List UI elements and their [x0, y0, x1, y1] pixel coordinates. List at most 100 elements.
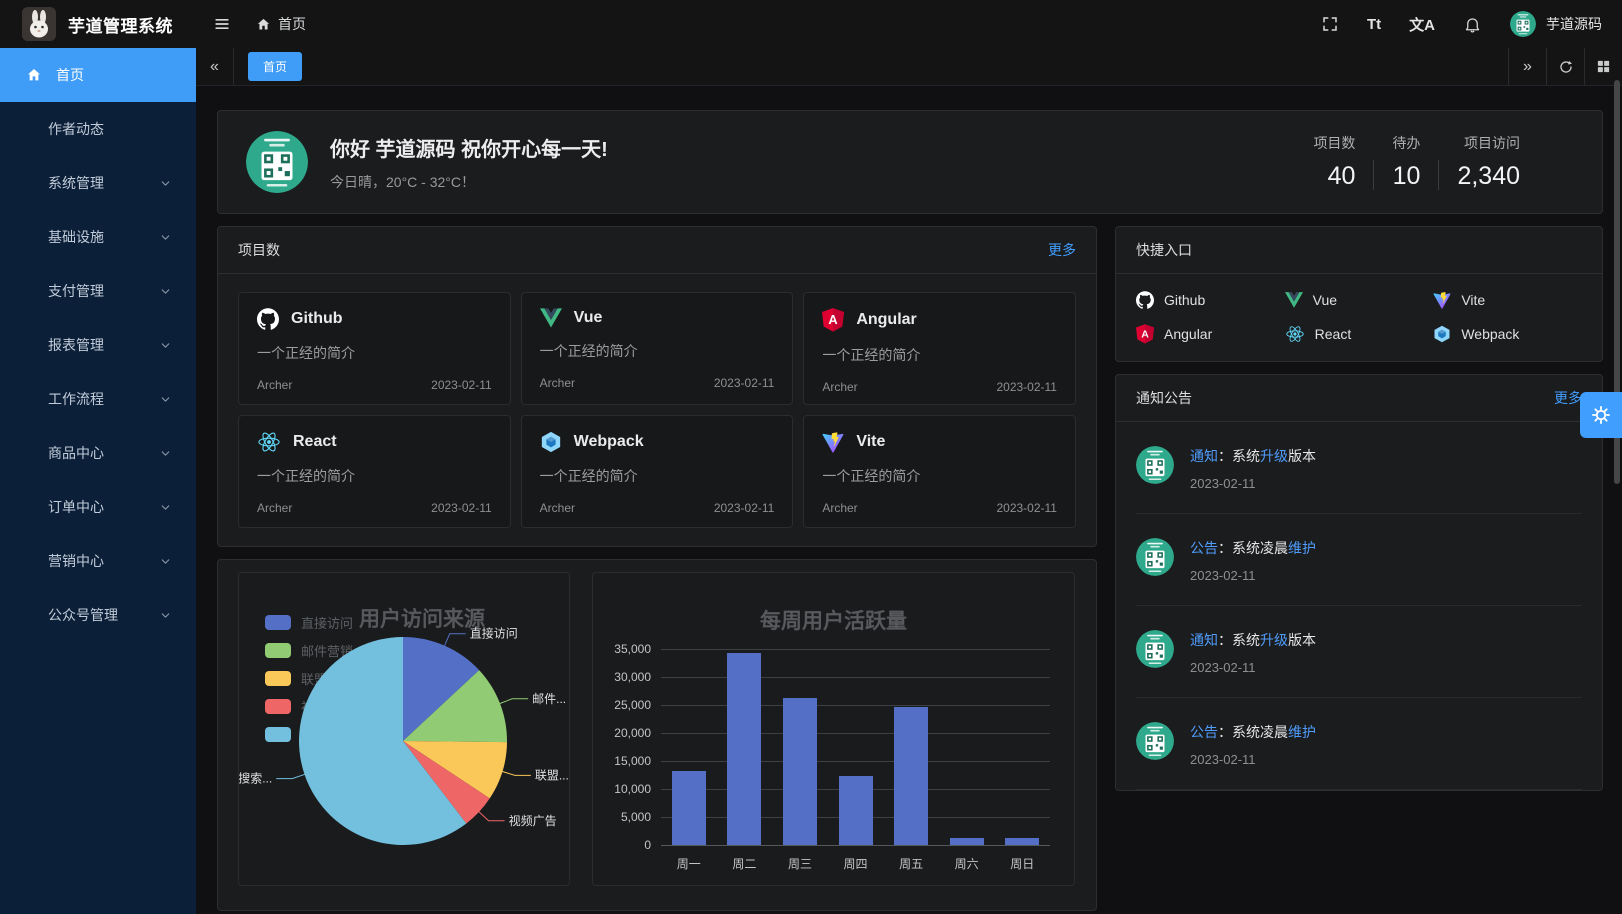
project-date: 2023-02-11	[431, 501, 492, 515]
bar-y-tick-label: 15,000	[614, 754, 651, 768]
bar-chart-card: 每周用户活跃量 35,00030,00025,00020,00015,00010…	[592, 572, 1075, 886]
sidebar: 首页 作者动态 系统管理 基础设施 支付管理 报表管理 工作流程 商品中心 订单…	[0, 48, 196, 914]
angular-icon	[822, 308, 844, 332]
sidebar-item-order[interactable]: 订单中心	[0, 480, 196, 534]
navbar-right-tools: Tt 文A 芋道源码	[1321, 11, 1622, 37]
notice-avatar	[1136, 538, 1174, 576]
sidebar-item-official-account[interactable]: 公众号管理	[0, 588, 196, 642]
quick-link-angular[interactable]: Angular	[1136, 324, 1285, 344]
project-date: 2023-02-11	[996, 501, 1057, 515]
chevron-down-icon	[159, 339, 172, 352]
user-name: 芋道源码	[1546, 14, 1602, 34]
vue-icon	[1285, 292, 1303, 308]
breadcrumb-item-home[interactable]: 首页	[278, 14, 306, 34]
bar-y-tick-label: 5,000	[621, 810, 651, 824]
welcome-card: 你好 芋道源码 祝你开心每一天! 今日晴，20°C - 32°C！ 项目数 40…	[217, 110, 1603, 214]
project-card-github[interactable]: Github 一个正经的简介 Archer2023-02-11	[238, 292, 511, 405]
webpack-icon	[1433, 325, 1451, 343]
bar-category-label: 周日	[994, 855, 1050, 872]
project-author: Archer	[540, 501, 575, 515]
breadcrumb[interactable]: 首页	[256, 14, 306, 34]
project-card-webpack[interactable]: Webpack 一个正经的简介 Archer2023-02-11	[521, 415, 794, 528]
bar-y-tick-label: 20,000	[614, 726, 651, 740]
project-author: Archer	[257, 378, 292, 392]
notice-more-link[interactable]: 更多	[1554, 388, 1582, 408]
quick-entry-title: 快捷入口	[1136, 240, 1192, 260]
top-navbar: 芋道管理系统 首页 Tt 文A 芋道源码	[0, 0, 1622, 48]
project-card-vite[interactable]: Vite 一个正经的简介 Archer2023-02-11	[803, 415, 1076, 528]
notice-panel-title: 通知公告	[1136, 388, 1192, 408]
sidebar-item-payment[interactable]: 支付管理	[0, 264, 196, 318]
sidebar-item-product[interactable]: 商品中心	[0, 426, 196, 480]
projects-panel-title: 项目数	[238, 240, 280, 260]
bar-y-tick-label: 10,000	[614, 782, 651, 796]
app-logo-area[interactable]: 芋道管理系统	[0, 7, 196, 41]
bar-category-label: 周四	[828, 855, 884, 872]
projects-grid: Github 一个正经的简介 Archer2023-02-11 Vue 一个正经…	[218, 274, 1096, 546]
language-icon[interactable]: 文A	[1409, 14, 1435, 35]
stat-todo: 待办 10	[1374, 133, 1438, 191]
sidebar-collapse-icon[interactable]	[212, 14, 232, 34]
tabs-scroll-right-icon[interactable]: »	[1508, 48, 1546, 85]
pie-label-line	[500, 699, 528, 704]
quick-link-webpack[interactable]: Webpack	[1433, 324, 1582, 344]
chevron-down-icon	[159, 231, 172, 244]
home-icon	[256, 17, 271, 32]
welcome-greeting: 你好 芋道源码 祝你开心每一天!	[330, 133, 608, 162]
notice-panel: 通知公告 更多 通知：系统升级版本 2023-02-11 公告：	[1115, 374, 1603, 791]
refresh-icon[interactable]	[1546, 48, 1584, 85]
sidebar-item-system[interactable]: 系统管理	[0, 156, 196, 210]
sidebar-item-marketing[interactable]: 营销中心	[0, 534, 196, 588]
projects-more-link[interactable]: 更多	[1048, 240, 1076, 260]
notice-item[interactable]: 公告：系统凌晨维护 2023-02-11	[1136, 514, 1582, 606]
bar-y-tick-label: 25,000	[614, 698, 651, 712]
pie-label: 联盟...	[535, 768, 569, 782]
pie-label: 邮件...	[532, 692, 566, 706]
tab-home[interactable]: 首页	[248, 52, 302, 81]
vite-icon	[1433, 291, 1451, 309]
quick-link-react[interactable]: React	[1285, 324, 1434, 344]
pie-label-line	[445, 634, 466, 646]
bar	[783, 698, 817, 845]
chevron-down-icon	[159, 501, 172, 514]
projects-panel: 项目数 更多 Github 一个正经的简介 Archer2023-02-11 V…	[217, 226, 1097, 547]
notice-avatar	[1136, 446, 1174, 484]
notice-item[interactable]: 公告：系统凌晨维护 2023-02-11	[1136, 698, 1582, 790]
notification-bell-icon[interactable]	[1463, 15, 1482, 34]
sidebar-item-author-news[interactable]: 作者动态	[0, 102, 196, 156]
user-menu[interactable]: 芋道源码	[1510, 11, 1602, 37]
notice-item[interactable]: 通知：系统升级版本 2023-02-11	[1136, 422, 1582, 514]
sidebar-item-label: 首页	[56, 65, 84, 85]
quick-link-vite[interactable]: Vite	[1433, 291, 1582, 309]
pie-label: 视频广告	[509, 813, 557, 828]
sidebar-item-report[interactable]: 报表管理	[0, 318, 196, 372]
angular-icon	[1136, 324, 1154, 344]
chevron-down-icon	[159, 609, 172, 622]
sidebar-item-workflow[interactable]: 工作流程	[0, 372, 196, 426]
settings-gear-button[interactable]	[1580, 392, 1622, 438]
react-icon	[257, 431, 281, 453]
pie-label: 搜索...	[239, 771, 272, 786]
bar	[727, 653, 761, 845]
sidebar-item-infra[interactable]: 基础设施	[0, 210, 196, 264]
project-card-vue[interactable]: Vue 一个正经的简介 Archer2023-02-11	[521, 292, 794, 405]
project-card-angular[interactable]: Angular 一个正经的简介 Archer2023-02-11	[803, 292, 1076, 405]
bar-chart-plot: 35,00030,00025,00020,00015,00010,0005,00…	[661, 649, 1050, 845]
font-size-icon[interactable]: Tt	[1367, 16, 1381, 33]
welcome-weather: 今日晴，20°C - 32°C！	[330, 172, 608, 192]
notice-date: 2023-02-11	[1190, 752, 1316, 767]
pie-label-line	[276, 774, 304, 778]
fullscreen-icon[interactable]	[1321, 15, 1339, 33]
sidebar-item-home[interactable]: 首页	[0, 48, 196, 102]
pie-chart: 直接访问邮件... 联盟... 视频广告 搜索...	[239, 573, 571, 885]
pie-label: 直接访问	[470, 626, 518, 641]
main-content: 你好 芋道源码 祝你开心每一天! 今日晴，20°C - 32°C！ 项目数 40…	[196, 86, 1622, 914]
quick-link-vue[interactable]: Vue	[1285, 291, 1434, 309]
notice-item[interactable]: 通知：系统升级版本 2023-02-11	[1136, 606, 1582, 698]
welcome-stats: 项目数 40 待办 10 项目访问 2,340	[1295, 133, 1538, 191]
project-author: Archer	[822, 501, 857, 515]
project-card-react[interactable]: React 一个正经的简介 Archer2023-02-11	[238, 415, 511, 528]
quick-link-github[interactable]: Github	[1136, 291, 1285, 309]
chevron-down-icon	[159, 285, 172, 298]
tabs-scroll-left-icon[interactable]: «	[196, 48, 234, 85]
